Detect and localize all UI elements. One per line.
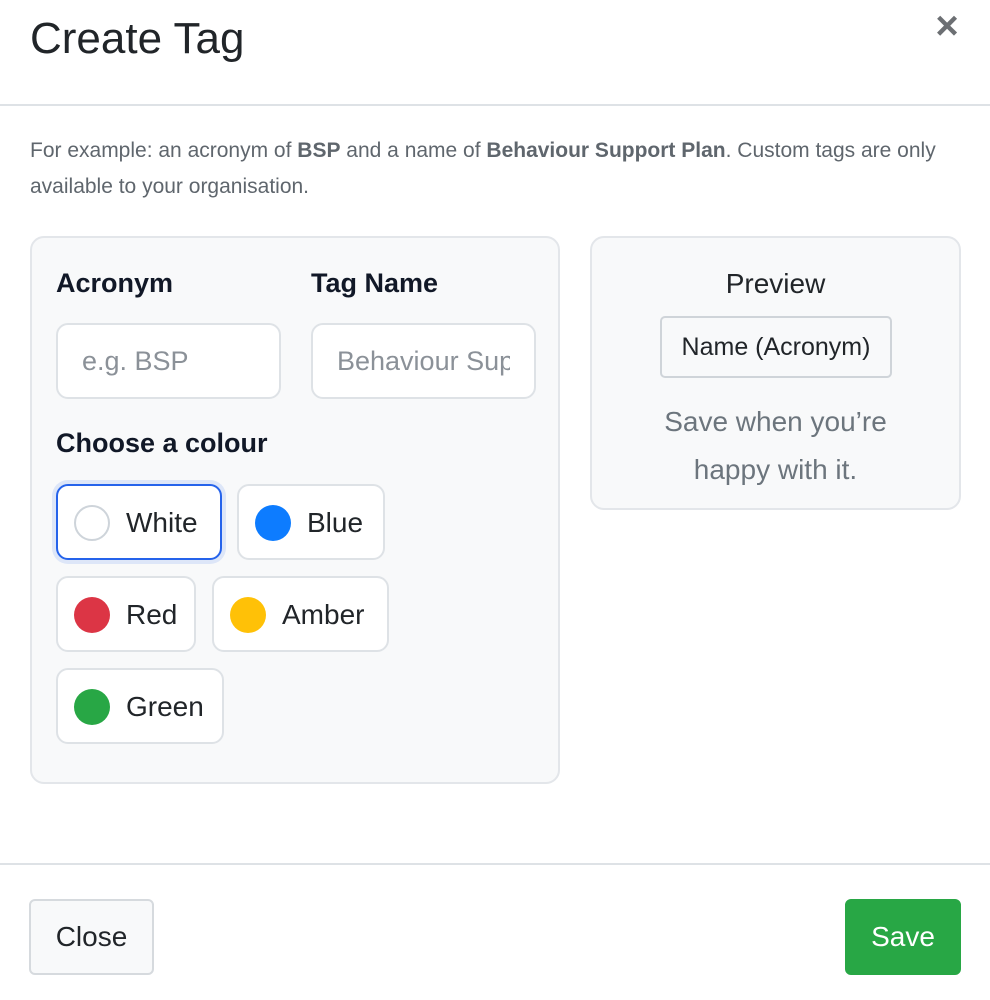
colour-option-amber[interactable]: Amber: [212, 576, 389, 652]
tag-name-input[interactable]: [311, 323, 536, 399]
intro-text: For example: an acronym of BSP and a nam…: [30, 133, 960, 205]
acronym-input[interactable]: [56, 323, 281, 399]
colour-option-label: Green: [126, 691, 204, 722]
colour-option-green[interactable]: Green: [56, 668, 224, 744]
intro-middle: and a name of: [340, 139, 487, 162]
tag-form-panel: Acronym Tag Name Choose a colour White B…: [30, 236, 560, 784]
green-swatch-icon: [74, 689, 110, 725]
modal-footer: Close Save: [0, 863, 990, 1000]
colour-option-blue[interactable]: Blue: [237, 484, 385, 560]
colour-option-white[interactable]: White: [56, 484, 222, 560]
colour-option-label: Blue: [307, 507, 364, 538]
intro-acronym-example: BSP: [297, 139, 341, 162]
create-tag-modal: Create Tag × For example: an acronym of …: [0, 0, 990, 1000]
preview-note: Save when you’re happy with it.: [592, 398, 959, 494]
intro-prefix: For example: an acronym of: [30, 139, 298, 162]
colour-option-red[interactable]: Red: [56, 576, 196, 652]
choose-colour-label: Choose a colour: [56, 428, 268, 458]
close-button[interactable]: Close: [29, 899, 154, 975]
modal-title: Create Tag: [30, 14, 245, 63]
preview-note-line: happy with it.: [693, 454, 858, 485]
preview-tag-badge: Name (Acronym): [660, 316, 892, 378]
acronym-label: Acronym: [56, 268, 174, 298]
close-icon[interactable]: ×: [932, 6, 962, 46]
colour-option-label: White: [126, 507, 198, 538]
preview-title: Preview: [725, 268, 826, 299]
colour-option-label: Amber: [282, 599, 365, 630]
preview-panel: Preview Name (Acronym) Save when you’re …: [590, 236, 961, 510]
preview-note-line: Save when you’re: [664, 406, 887, 437]
modal-header: Create Tag ×: [0, 0, 990, 106]
white-swatch-icon: [74, 505, 110, 541]
amber-swatch-icon: [230, 597, 266, 633]
intro-name-example: Behaviour Support Plan: [486, 139, 726, 162]
blue-swatch-icon: [255, 505, 291, 541]
tag-name-label: Tag Name: [311, 268, 439, 298]
save-button[interactable]: Save: [845, 899, 961, 975]
colour-option-label: Red: [126, 599, 178, 630]
red-swatch-icon: [74, 597, 110, 633]
